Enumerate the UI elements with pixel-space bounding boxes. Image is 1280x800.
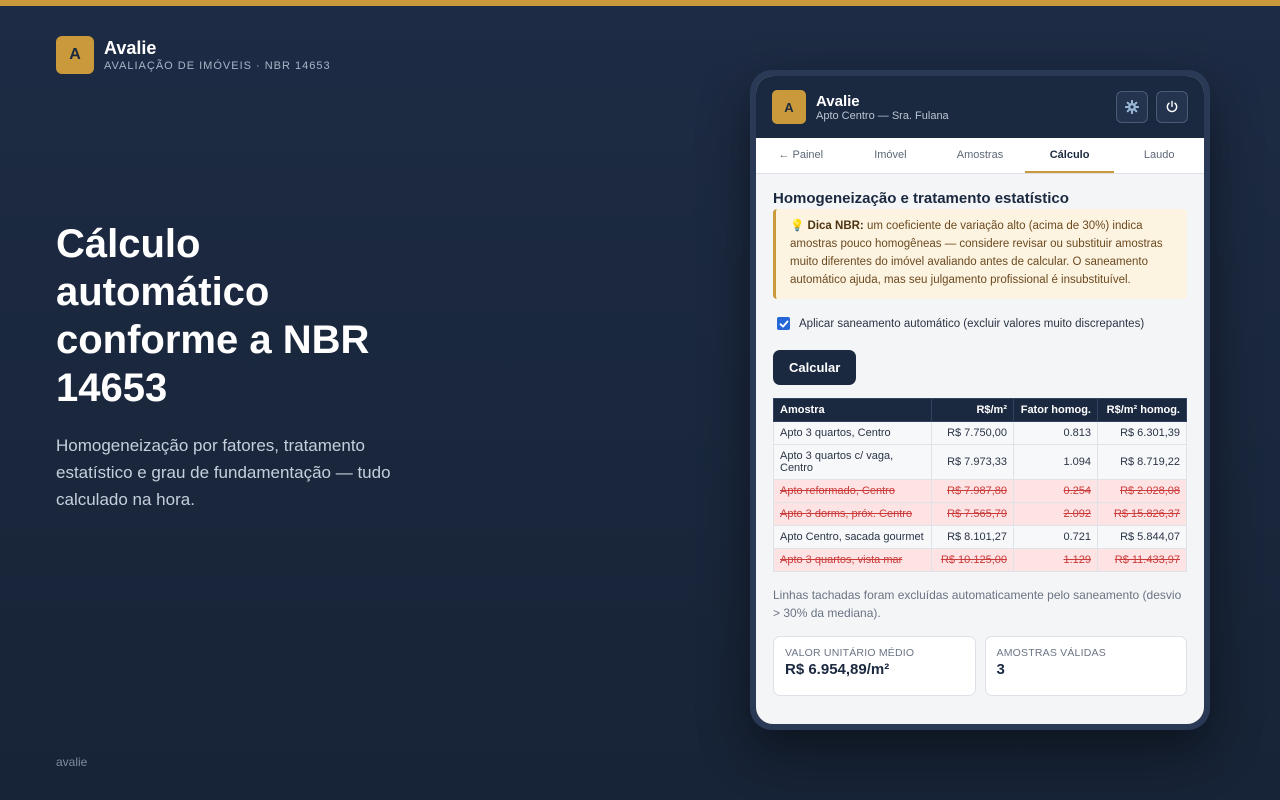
table-row-excluded: Apto reformado, Centro R$ 7.987,80 0.254… (773, 479, 1187, 503)
table-row: Apto Centro, sacada gourmet R$ 8.101,27 … (773, 525, 1187, 549)
cell-homog: R$ 11.433,97 (1097, 548, 1187, 572)
saneamento-label: Aplicar saneamento automático (excluir v… (799, 317, 1145, 330)
app-screen: A Avalie Apto Centro — Sra. Fulana ← Pai… (756, 76, 1204, 724)
col-amostra: Amostra (773, 398, 932, 422)
samples-table: Amostra R$/m² Fator homog. R$/m² homog. … (773, 398, 1187, 572)
tab-imovel[interactable]: Imóvel (846, 138, 936, 173)
gear-icon (1125, 100, 1139, 114)
table-header-row: Amostra R$/m² Fator homog. R$/m² homog. (773, 398, 1187, 422)
stat-valid-samples: AMOSTRAS VÁLIDAS 3 (984, 636, 1187, 696)
brand-subtitle: AVALIAÇÃO DE IMÓVEIS · NBR 14653 (104, 60, 331, 72)
cell-rsm2: R$ 8.101,27 (931, 525, 1014, 549)
cell-homog: R$ 8.719,22 (1097, 444, 1187, 480)
cell-homog: R$ 5.844,07 (1097, 525, 1187, 549)
lightbulb-icon: 💡 (790, 220, 805, 232)
tab-bar: ← Painel Imóvel Amostras Cálculo Laudo (756, 138, 1204, 174)
saneamento-checkbox[interactable] (777, 317, 790, 330)
calculate-button[interactable]: Calcular (773, 350, 857, 385)
tab-amostras[interactable]: Amostras (935, 138, 1025, 173)
cell-amostra: Apto 3 quartos, Centro (773, 421, 932, 445)
cell-amostra: Apto 3 quartos c/ vaga, Centro (773, 444, 932, 480)
hero-description: Homogeneização por fatores, tratamento e… (56, 436, 391, 509)
col-rsm2-homog: R$/m² homog. (1097, 398, 1187, 422)
checkmark-icon (779, 320, 788, 327)
cell-rsm2: R$ 7.565,79 (931, 502, 1014, 526)
cell-rsm2: R$ 7.987,80 (931, 479, 1014, 503)
table-row: Apto 3 quartos c/ vaga, Centro R$ 7.973,… (773, 444, 1187, 480)
cell-fator: 0.721 (1013, 525, 1098, 549)
hero-title: Cálculo automático conforme a NBR 14653 (56, 222, 370, 410)
section-title: Homogeneização e tratamento estatístico (773, 190, 1069, 207)
device-mockup: A Avalie Apto Centro — Sra. Fulana ← Pai… (750, 70, 1210, 730)
brand-name: Avalie (104, 38, 157, 58)
stat-value: 3 (996, 661, 1005, 678)
brand: A Avalie AVALIAÇÃO DE IMÓVEIS · NBR 1465… (56, 36, 331, 74)
cell-amostra: Apto 3 dorms, próx. Centro (773, 502, 932, 526)
settings-button[interactable] (1116, 91, 1148, 123)
cell-homog: R$ 15.826,37 (1097, 502, 1187, 526)
power-icon (1166, 100, 1178, 113)
tab-calculo[interactable]: Cálculo (1024, 138, 1115, 173)
stat-unit-value: VALOR UNITÁRIO MÉDIO R$ 6.954,89/m² (773, 636, 976, 696)
table-row: Apto 3 quartos, Centro R$ 7.750,00 0.813… (773, 421, 1187, 445)
cell-fator: 0.254 (1013, 479, 1098, 503)
stat-label: VALOR UNITÁRIO MÉDIO (785, 647, 915, 659)
cell-homog: R$ 2.028,08 (1097, 479, 1187, 503)
saneamento-option[interactable]: Aplicar saneamento automático (excluir v… (773, 317, 1187, 330)
cell-amostra: Apto reformado, Centro (773, 479, 932, 503)
cell-amostra: Apto 3 quartos, vista mar (773, 548, 932, 572)
cell-amostra: Apto Centro, sacada gourmet (773, 525, 932, 549)
footer-mark: avalie (56, 755, 88, 769)
hero: Cálculo automático conforme a NBR 14653 … (56, 220, 416, 513)
cell-rsm2: R$ 10.125,00 (931, 548, 1014, 572)
nbr-tip: 💡 Dica NBR: um coeficiente de variação a… (773, 209, 1187, 299)
table-row-excluded: Apto 3 quartos, vista mar R$ 10.125,00 1… (773, 548, 1187, 572)
col-fator: Fator homog. (1013, 398, 1098, 422)
cell-rsm2: R$ 7.973,33 (931, 444, 1014, 480)
app-logo: A (772, 90, 806, 124)
cell-rsm2: R$ 7.750,00 (931, 421, 1014, 445)
tab-painel[interactable]: ← Painel (756, 138, 846, 173)
exclusion-note: Linhas tachadas foram excluídas automati… (773, 588, 1182, 620)
app-header: A Avalie Apto Centro — Sra. Fulana (756, 76, 1204, 138)
power-button[interactable] (1156, 91, 1188, 123)
calc-content: Homogeneização e tratamento estatístico … (756, 174, 1204, 696)
cell-fator: 1.129 (1013, 548, 1098, 572)
stat-label: AMOSTRAS VÁLIDAS (996, 647, 1106, 659)
app-name: Avalie (816, 92, 860, 110)
col-rsm2: R$/m² (931, 398, 1014, 422)
cell-fator: 2.092 (1013, 502, 1098, 526)
tip-label: Dica NBR: (807, 220, 864, 232)
tab-laudo[interactable]: Laudo (1114, 138, 1204, 173)
cell-fator: 0.813 (1013, 421, 1098, 445)
top-accent-bar (0, 0, 1280, 6)
result-stats: VALOR UNITÁRIO MÉDIO R$ 6.954,89/m² AMOS… (773, 636, 1187, 696)
app-subtitle: Apto Centro — Sra. Fulana (816, 109, 949, 122)
stat-value: R$ 6.954,89/m² (785, 661, 890, 678)
cell-fator: 1.094 (1013, 444, 1098, 480)
brand-logo: A (56, 36, 94, 74)
cell-homog: R$ 6.301,39 (1097, 421, 1187, 445)
table-row-excluded: Apto 3 dorms, próx. Centro R$ 7.565,79 2… (773, 502, 1187, 526)
